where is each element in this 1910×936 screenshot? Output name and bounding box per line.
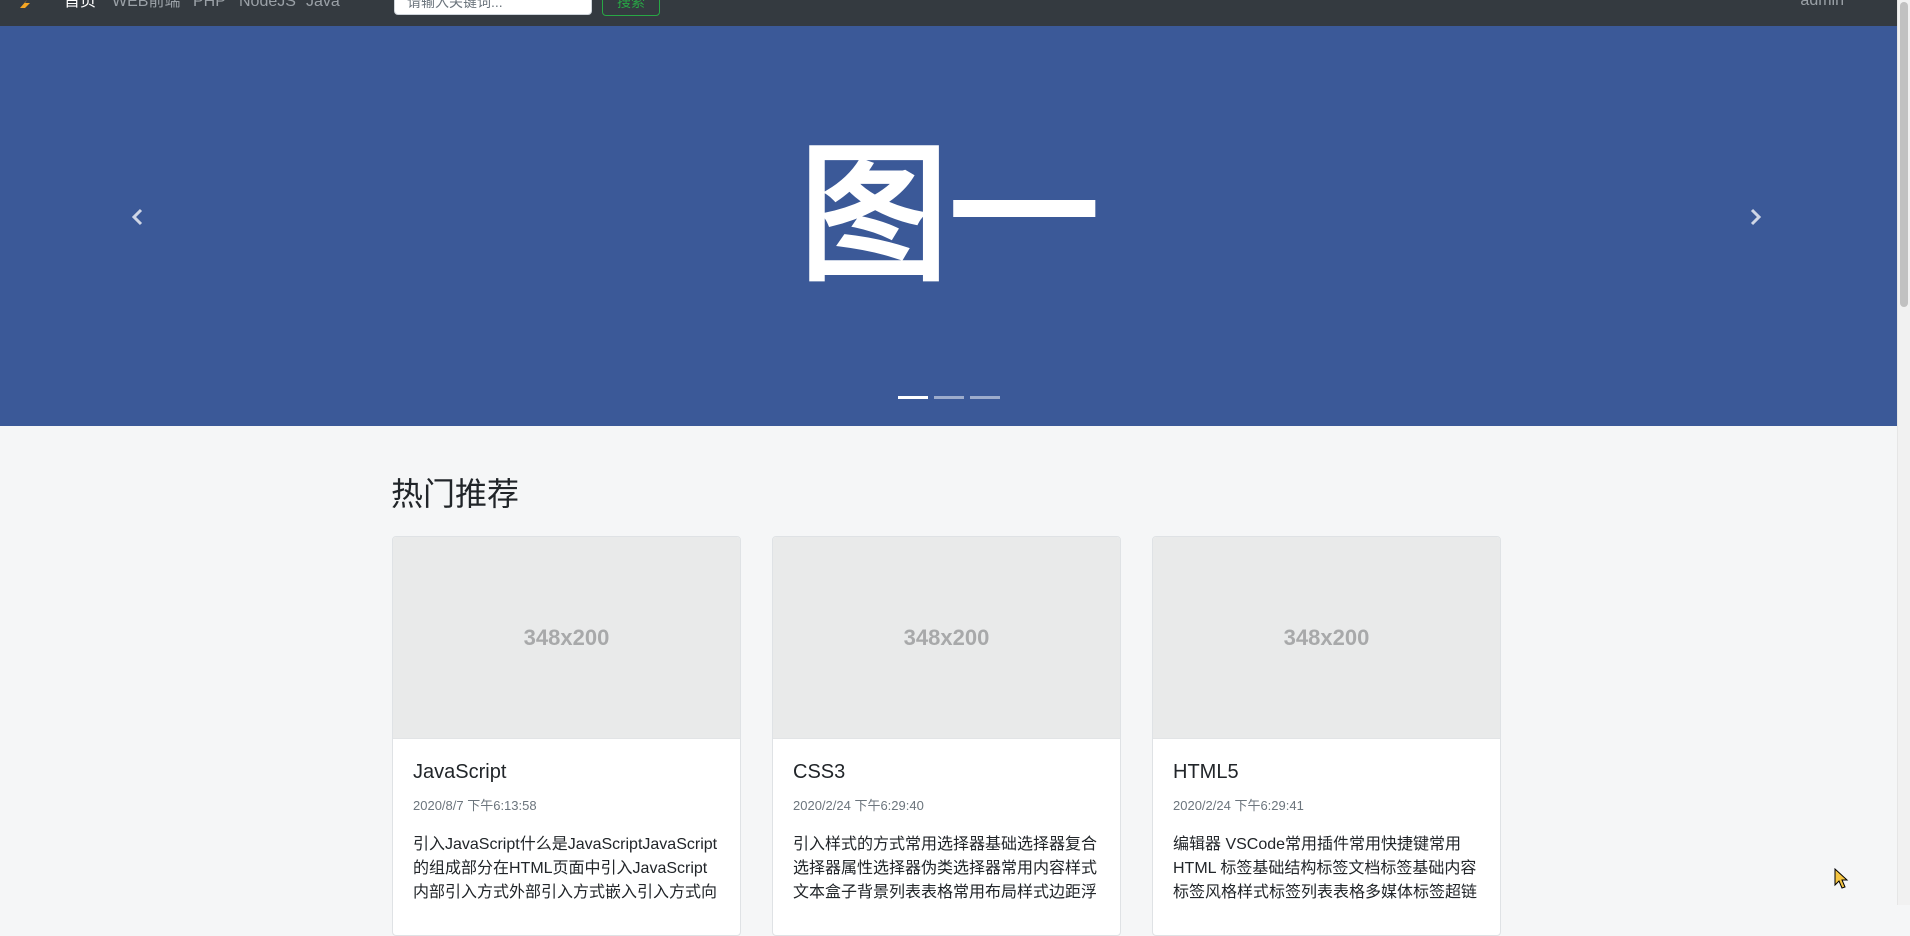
page-scrollbar[interactable] xyxy=(1897,0,1910,905)
card-date: 2020/2/24 下午6:29:40 xyxy=(793,798,924,813)
card-title[interactable]: CSS3 xyxy=(793,759,845,785)
card-date: 2020/2/24 下午6:29:41 xyxy=(1173,798,1304,813)
card-date: 2020/8/7 下午6:13:58 xyxy=(413,798,537,813)
carousel-indicator-3[interactable] xyxy=(970,396,1000,399)
chevron-right-icon[interactable] xyxy=(1745,207,1765,227)
hero-carousel: 图一 xyxy=(0,26,1898,426)
carousel-indicators xyxy=(0,396,1898,399)
mouse-cursor-icon xyxy=(1834,867,1850,890)
chevron-left-icon[interactable] xyxy=(128,207,148,227)
card-title[interactable]: HTML5 xyxy=(1173,759,1239,785)
search-input[interactable]: 请输入关键词... xyxy=(394,0,592,15)
slide-title: 图一 xyxy=(798,129,1099,303)
nav-link-web[interactable]: WEB前端 xyxy=(112,0,180,10)
card-image-placeholder: 348x200 xyxy=(393,537,740,739)
search-button[interactable]: 搜索 xyxy=(602,0,660,16)
card-text: 编辑器 VSCode常用插件常用快捷键常用 HTML 标签基础结构标签文档标签基… xyxy=(1173,836,1478,901)
card-image-placeholder: 348x200 xyxy=(773,537,1120,739)
section-title: 热门推荐 xyxy=(391,476,520,512)
card-text: 引入JavaScript什么是JavaScriptJavaScript的组成部分… xyxy=(413,836,718,901)
top-navbar: 首页 WEB前端 PHP NodeJS Java 请输入关键词... 搜索 ad… xyxy=(0,0,1898,26)
scrollbar-thumb[interactable] xyxy=(1900,2,1908,307)
nav-link-home[interactable]: 首页 xyxy=(64,0,96,10)
card-title[interactable]: JavaScript xyxy=(413,759,506,785)
carousel-indicator-1[interactable] xyxy=(898,396,928,399)
card-css3[interactable]: 348x200 CSS3 2020/2/24 下午6:29:40 引入样式的方式… xyxy=(772,536,1121,936)
carousel-indicator-2[interactable] xyxy=(934,396,964,399)
user-menu[interactable]: admin xyxy=(1800,0,1844,9)
lightning-logo-icon[interactable] xyxy=(18,0,32,11)
nav-link-php[interactable]: PHP xyxy=(193,0,226,10)
card-html5[interactable]: 348x200 HTML5 2020/2/24 下午6:29:41 编辑器 VS… xyxy=(1152,536,1501,936)
card-javascript[interactable]: 348x200 JavaScript 2020/8/7 下午6:13:58 引入… xyxy=(392,536,741,936)
nav-link-java[interactable]: Java xyxy=(306,0,340,10)
nav-link-nodejs[interactable]: NodeJS xyxy=(239,0,296,10)
card-text: 引入样式的方式常用选择器基础选择器复合选择器属性选择器伪类选择器常用内容样式文本… xyxy=(793,836,1098,901)
card-image-placeholder: 348x200 xyxy=(1153,537,1500,739)
